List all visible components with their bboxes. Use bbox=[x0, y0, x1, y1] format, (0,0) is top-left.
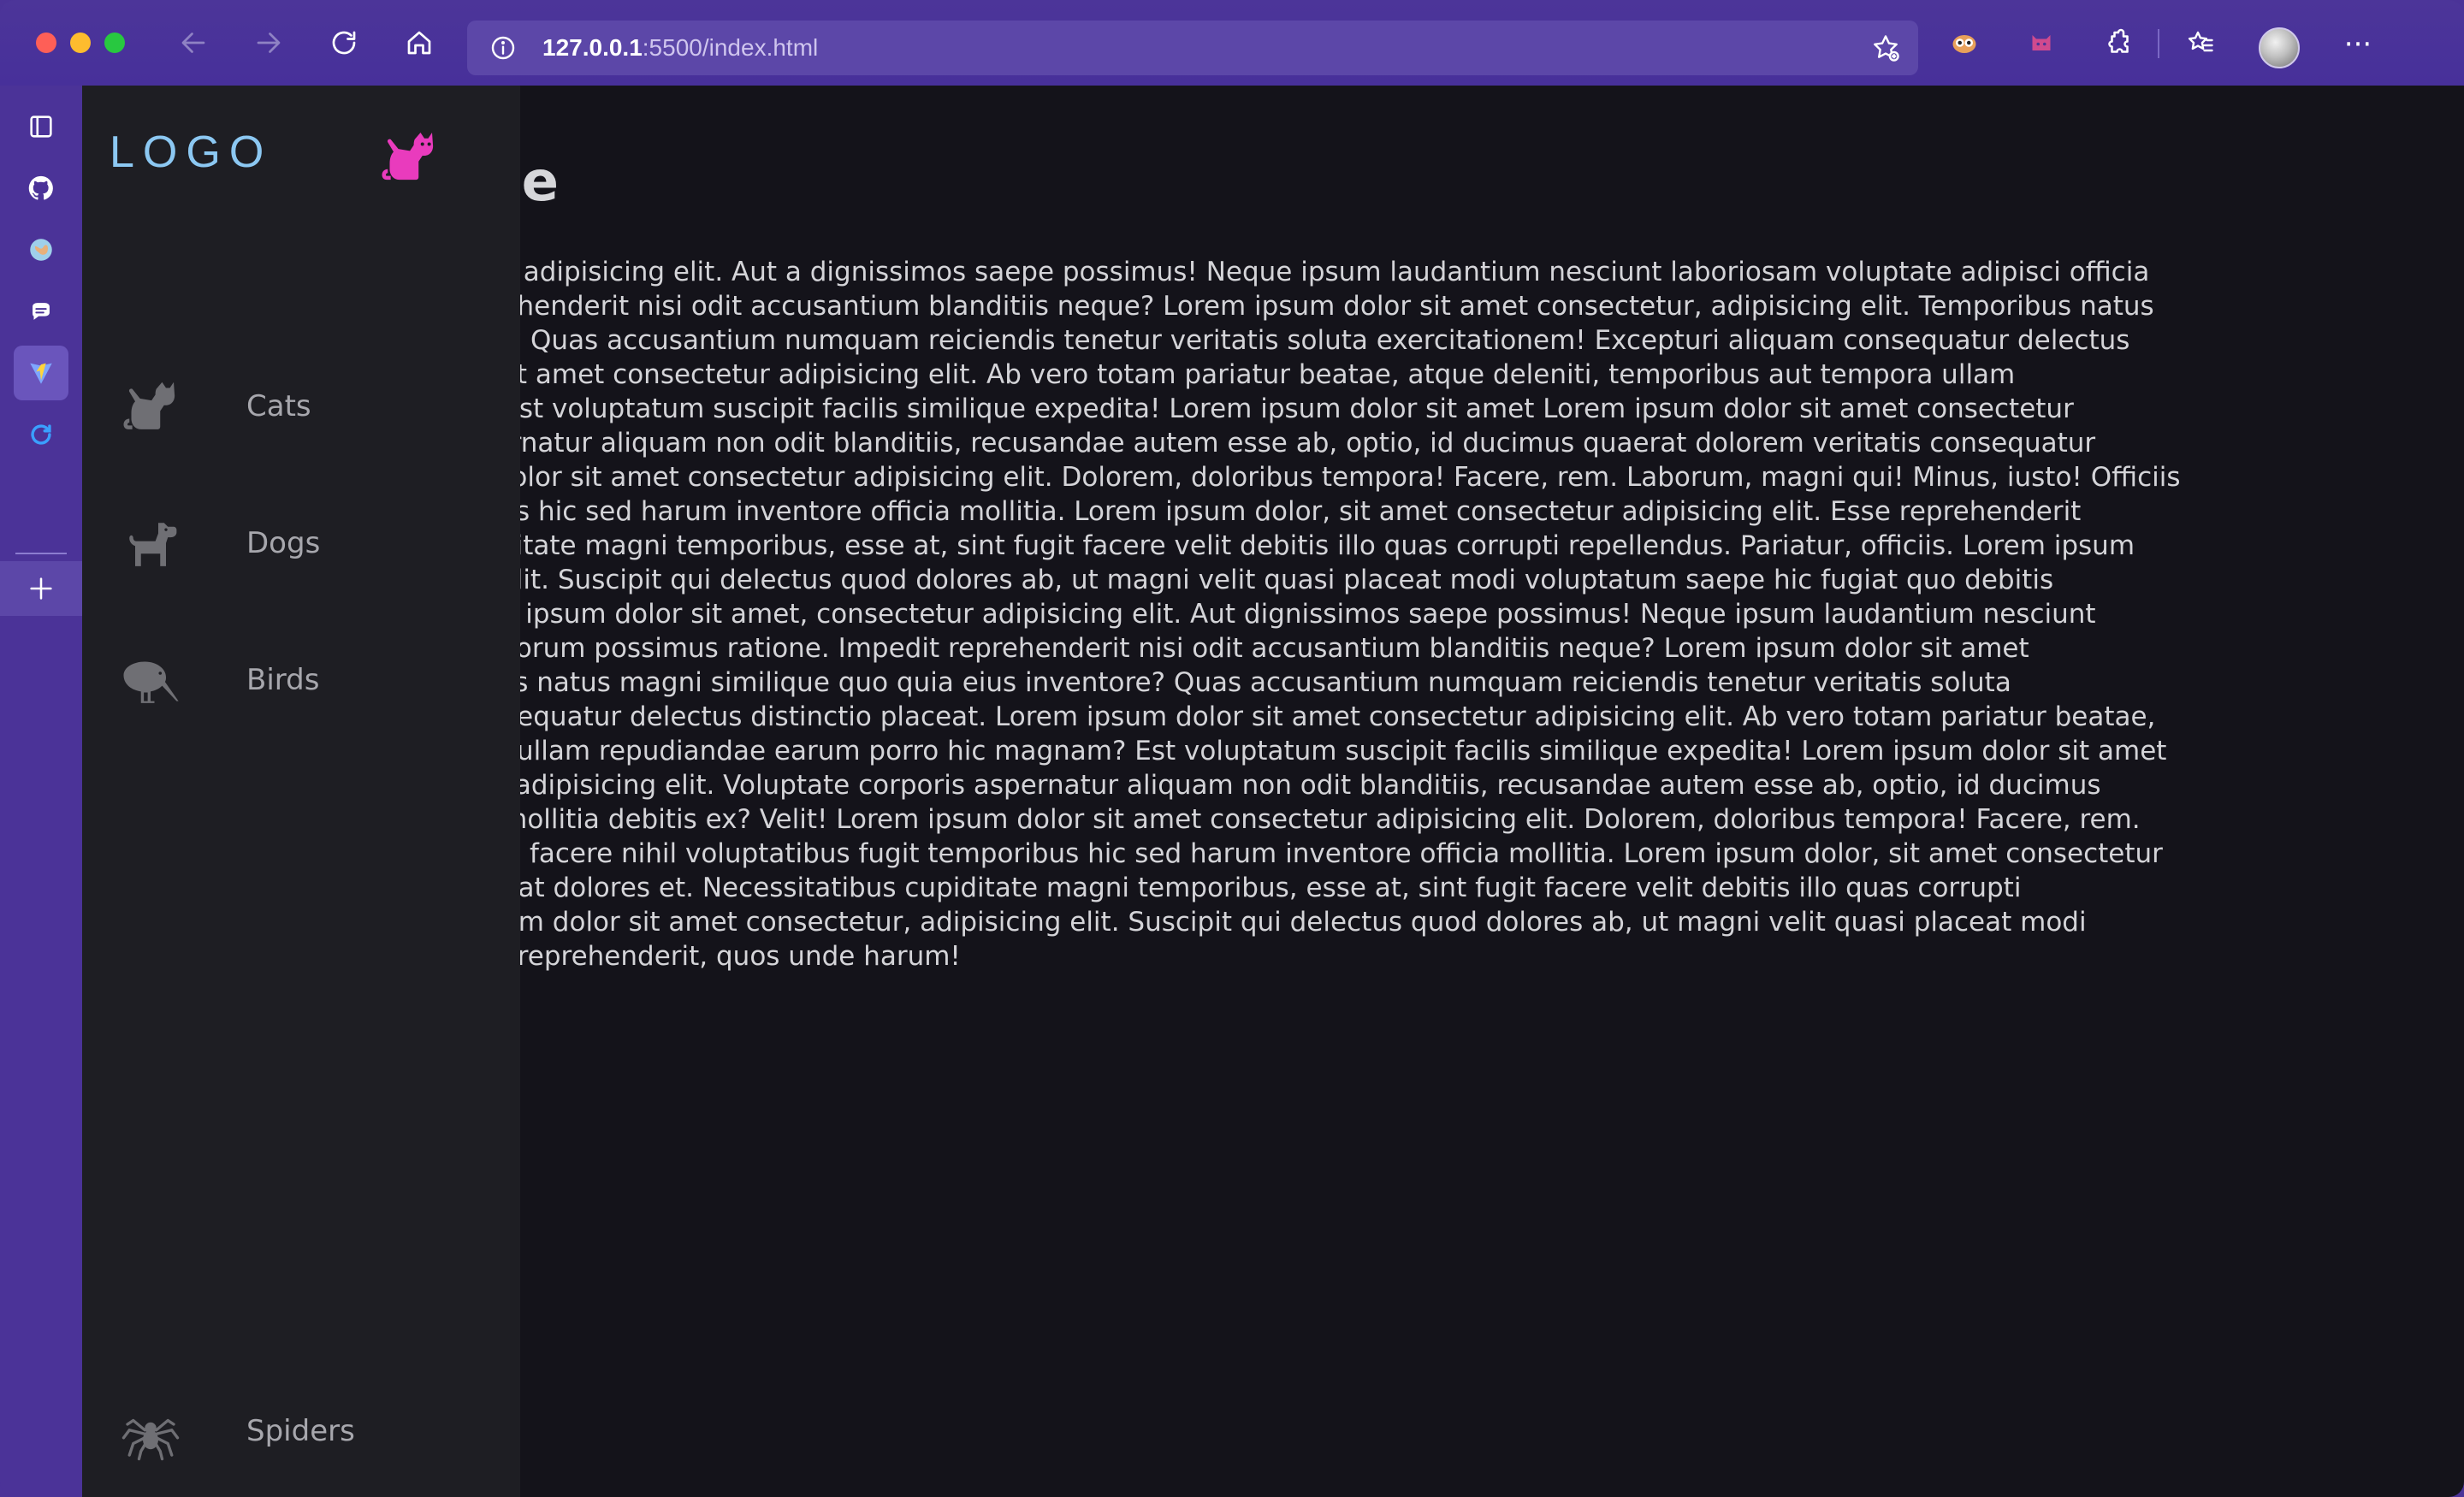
paragraph-line: bus fugit temporibus hic sed harum inven… bbox=[253, 496, 2082, 527]
minimize-window-button[interactable] bbox=[70, 33, 91, 53]
refresh-sidebar-app[interactable] bbox=[14, 407, 68, 462]
nav-label-spiders: Spiders bbox=[246, 1414, 355, 1448]
nav-label-cats: Cats bbox=[246, 389, 311, 423]
nav-label-birds: Birds bbox=[246, 663, 320, 697]
add-sidebar-app-button[interactable] bbox=[0, 561, 82, 616]
paragraph-line: t amet consectetur adipisicing elit. Vol… bbox=[253, 770, 2101, 801]
paragraph-line: , officiis. Lorem ipsum dolor sit amet c… bbox=[253, 907, 2087, 938]
reload-button[interactable] bbox=[323, 22, 364, 63]
browser-sidebar bbox=[0, 86, 82, 1497]
forward-button[interactable] bbox=[248, 22, 289, 63]
tab-panel-button[interactable] bbox=[14, 99, 68, 154]
nav-item-birds[interactable]: Birds bbox=[82, 633, 520, 727]
add-icon bbox=[30, 577, 52, 600]
home-icon bbox=[407, 31, 431, 55]
vite-sidebar-app[interactable] bbox=[14, 346, 68, 400]
paragraph-line: tione. Impedit reprehenderit nisi odit a… bbox=[253, 291, 2154, 322]
refresh-app-icon bbox=[31, 424, 51, 445]
paragraph-line: itatis consequatur mollitia debitis ex? … bbox=[253, 804, 2141, 835]
address-bar[interactable]: 127.0.0.1:5500/index.html bbox=[467, 21, 1918, 75]
profile-avatar[interactable] bbox=[2259, 27, 2300, 68]
owl-extension-icon bbox=[1952, 35, 1976, 53]
url-host: 127.0.0.1 bbox=[542, 34, 643, 61]
home-button[interactable] bbox=[399, 22, 440, 63]
paragraph-line: unde harum! Lorem ipsum dolor sit amet, … bbox=[253, 599, 2096, 630]
paragraph-line: ctetur, adipisicing elit. Suscipit qui d… bbox=[253, 565, 2054, 595]
favorite-add-icon[interactable] bbox=[1870, 33, 1901, 63]
more-menu-button[interactable]: ··· bbox=[2339, 26, 2377, 63]
paragraph-line: oribus aut tempora ullam repudiandae ear… bbox=[253, 736, 2167, 766]
favorites-icon bbox=[2188, 31, 2213, 52]
back-icon bbox=[181, 33, 205, 53]
page-viewport: bble t amet, consectetur adipisicing eli… bbox=[82, 86, 2464, 1497]
spider-icon bbox=[121, 1418, 180, 1461]
puzzle-extensions-icon bbox=[2108, 28, 2129, 53]
sidebar-divider bbox=[15, 553, 67, 554]
reload-icon bbox=[332, 31, 356, 55]
paragraph-line: orro hic magnam? Est voluptatum suscipit… bbox=[253, 393, 2074, 424]
paragraph-line: t amet, consectetur adipisicing elit. Au… bbox=[253, 257, 2150, 287]
paragraph-line: e adipisci officia dolorum possimus rati… bbox=[253, 633, 2029, 664]
paragraph-line: Minus, iusto! Officiis facere nihil volu… bbox=[253, 838, 2163, 869]
paragraph-line: orem ipsum dolor sit amet consectetur ad… bbox=[253, 359, 2016, 390]
paragraph-line: quia eius inventore? Quas accusantium nu… bbox=[253, 325, 2130, 356]
cat-logo-icon bbox=[382, 133, 434, 180]
dog-icon bbox=[129, 523, 177, 566]
page-paragraph: t amet, consectetur adipisicing elit. Au… bbox=[253, 255, 2443, 973]
paragraph-line: epturi aliquam consequatur delectus dist… bbox=[253, 701, 2156, 732]
paragraph-line: elit! Lorem ipsum dolor sit amet consect… bbox=[253, 462, 2181, 493]
maximize-window-button[interactable] bbox=[104, 33, 125, 53]
back-button[interactable] bbox=[173, 22, 214, 63]
site-logo[interactable]: LOGO bbox=[110, 127, 272, 178]
paragraph-line: ptate corporis aspernatur aliquam non od… bbox=[253, 428, 2096, 459]
nav-item-spiders[interactable]: Spiders bbox=[82, 1384, 520, 1478]
nav-item-cats[interactable]: Cats bbox=[82, 359, 520, 453]
nav-label-dogs: Dogs bbox=[246, 526, 321, 560]
paragraph-line: cing elit. Temporibus natus magni simili… bbox=[253, 667, 2011, 698]
cat-icon bbox=[123, 382, 175, 429]
nav-drawer: LOGO Cats Dogs Birds Spiders bbox=[82, 86, 520, 1497]
tab-panel-icon bbox=[30, 115, 52, 138]
nav-item-dogs[interactable]: Dogs bbox=[82, 496, 520, 590]
github-sidebar-app[interactable] bbox=[14, 161, 68, 216]
paragraph-line: reprehenderit repellat dolores et. Neces… bbox=[253, 873, 2022, 903]
cat-extension-button[interactable] bbox=[2024, 26, 2058, 60]
close-window-button[interactable] bbox=[36, 33, 56, 53]
url-text[interactable]: 127.0.0.1:5500/index.html bbox=[542, 21, 818, 75]
chat-sidebar-app[interactable] bbox=[14, 284, 68, 339]
vite-icon bbox=[30, 363, 52, 384]
forward-icon bbox=[257, 33, 281, 53]
paragraph-line: c fugiat quo debitis reprehenderit, quos… bbox=[253, 941, 961, 972]
globe-icon bbox=[30, 239, 52, 261]
toolbar-divider bbox=[2158, 29, 2159, 58]
globe-sidebar-app[interactable] bbox=[14, 222, 68, 277]
url-path: :5500/index.html bbox=[642, 34, 819, 61]
site-info-icon[interactable] bbox=[489, 34, 517, 62]
browser-toolbar: 127.0.0.1:5500/index.html ··· bbox=[0, 0, 2464, 86]
paragraph-line: lecessitatibus cupiditate magni temporib… bbox=[253, 530, 2135, 561]
cat-extension-icon bbox=[2032, 35, 2051, 50]
favorites-button[interactable] bbox=[2183, 26, 2218, 60]
extensions-button[interactable] bbox=[2101, 26, 2135, 60]
owl-extension-button[interactable] bbox=[1947, 26, 1981, 60]
kiwi-bird-icon bbox=[123, 661, 179, 703]
github-icon bbox=[28, 175, 53, 200]
browser-window: 127.0.0.1:5500/index.html ··· t amet, co… bbox=[0, 0, 2464, 1497]
chat-icon bbox=[33, 303, 50, 320]
